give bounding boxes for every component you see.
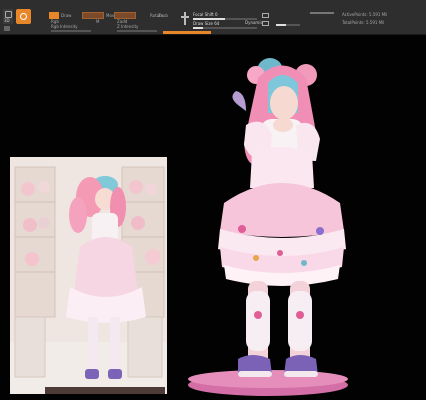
- total-points-label: TotalPoints: 5.591 Mil: [342, 20, 385, 25]
- zsub-label: Zsub: [158, 13, 168, 18]
- rgb-intensity-label: Rgb Intensity: [51, 24, 78, 29]
- brush-icon[interactable]: [181, 12, 189, 25]
- view-3d-icon[interactable]: 3D: [3, 9, 13, 24]
- lightbox-icon[interactable]: [262, 21, 269, 26]
- m-label: M: [96, 19, 100, 24]
- z-intensity-slider[interactable]: [117, 30, 157, 32]
- draw-size-fill: [193, 27, 203, 29]
- view-3d-label: 3D: [4, 18, 10, 23]
- top-toolbar: 3D Draw Move Rotate Rgb Rgb Intensity M …: [0, 0, 426, 35]
- draw-mode-label: Draw: [61, 13, 72, 18]
- z-intensity-bar[interactable]: [163, 31, 211, 34]
- reference-photo-drawing: [10, 157, 167, 394]
- active-points-label: ActivePoints: 5.591 Mil: [342, 12, 388, 17]
- focal-shift-label: Focal Shift 0: [193, 12, 218, 17]
- focal-shift-fill: [193, 18, 225, 20]
- 3d-viewport[interactable]: [0, 35, 426, 400]
- edit-button[interactable]: [16, 9, 31, 24]
- right-slider-fill: [276, 24, 286, 26]
- layers-icon[interactable]: [262, 13, 269, 18]
- mrgb-icon[interactable]: [4, 26, 10, 31]
- z-intensity-label: Z Intensity: [117, 24, 139, 29]
- edit-icon: [20, 13, 27, 20]
- scale-mode-button[interactable]: [114, 12, 136, 19]
- right-bar: [310, 12, 334, 14]
- figure-render: [188, 58, 348, 396]
- move-mode-button[interactable]: [82, 12, 104, 19]
- rgb-intensity-slider[interactable]: [51, 30, 91, 32]
- draw-mode-button[interactable]: [49, 12, 59, 19]
- dynamic-label[interactable]: Dynamic: [245, 20, 263, 25]
- reference-photo: [10, 157, 167, 394]
- draw-size-label: Draw Size 64: [193, 21, 220, 26]
